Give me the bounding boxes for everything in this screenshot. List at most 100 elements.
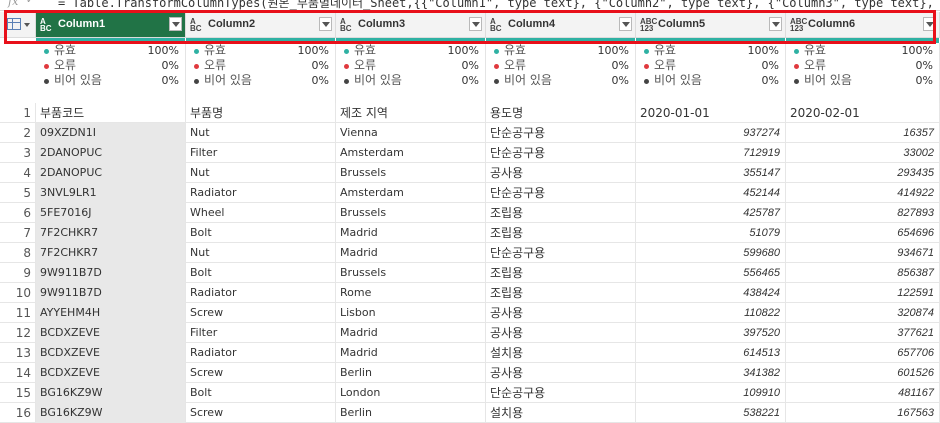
column-header-3[interactable]: A BC Column3 (336, 12, 486, 38)
table-cell[interactable]: Brussels (336, 163, 486, 183)
table-cell[interactable]: Amsterdam (336, 183, 486, 203)
table-cell[interactable]: 167563 (786, 403, 940, 423)
table-cell[interactable]: Nut (186, 243, 336, 263)
table-cell[interactable]: BCDXZEVE (36, 343, 186, 363)
table-cell[interactable]: Filter (186, 323, 336, 343)
table-cell[interactable]: 설치용 (486, 403, 636, 423)
table-cell[interactable]: Radiator (186, 183, 336, 203)
table-cell[interactable]: 397520 (636, 323, 786, 343)
table-cell[interactable]: 425787 (636, 203, 786, 223)
table-cell[interactable]: 538221 (636, 403, 786, 423)
table-cell[interactable]: 2DANOPUC (36, 163, 186, 183)
table-row[interactable]: 13 BCDXZEVE Radiator Madrid 설치용 614513 657706 (0, 343, 940, 363)
table-cell[interactable]: 16357 (786, 123, 940, 143)
table-row[interactable]: 8 7F2CHKR7 Nut Madrid 단순공구용 599680 934671 (0, 243, 940, 263)
table-row[interactable]: 11 AYYEHM4H Screw Lisbon 공사용 110822 320874 (0, 303, 940, 323)
table-cell[interactable]: 조립용 (486, 283, 636, 303)
table-cell[interactable]: Lisbon (336, 303, 486, 323)
table-row[interactable]: 10 9W911B7D Radiator Rome 조립용 438424 122591 (0, 283, 940, 303)
table-row[interactable]: 9 9W911B7D Bolt Brussels 조립용 556465 856387 (0, 263, 940, 283)
table-cell[interactable]: BCDXZEVE (36, 323, 186, 343)
column-header-5[interactable]: ABC 123 Column5 (636, 12, 786, 38)
filter-dropdown-button[interactable] (469, 17, 482, 31)
filter-dropdown-button[interactable] (619, 17, 632, 31)
table-cell[interactable]: AYYEHM4H (36, 303, 186, 323)
table-cell[interactable]: 조립용 (486, 263, 636, 283)
column-header-2[interactable]: A BC Column2 (186, 12, 336, 38)
table-cell[interactable]: 377621 (786, 323, 940, 343)
table-cell[interactable]: 2020-02-01 (786, 103, 940, 123)
table-cell[interactable]: 51079 (636, 223, 786, 243)
table-cell[interactable]: 657706 (786, 343, 940, 363)
table-cell[interactable]: 공사용 (486, 323, 636, 343)
table-cell[interactable]: 341382 (636, 363, 786, 383)
column-header-6[interactable]: ABC 123 Column6 (786, 12, 940, 38)
table-cell[interactable]: Berlin (336, 363, 486, 383)
table-row[interactable]: 14 BCDXZEVE Screw Berlin 공사용 341382 601526 (0, 363, 940, 383)
table-cell[interactable]: 33002 (786, 143, 940, 163)
table-cell[interactable]: 부품명 (186, 103, 336, 123)
filter-dropdown-button[interactable] (769, 17, 782, 31)
table-row[interactable]: 12 BCDXZEVE Filter Madrid 공사용 397520 377621 (0, 323, 940, 343)
table-cell[interactable]: 355147 (636, 163, 786, 183)
table-cell[interactable]: 공사용 (486, 363, 636, 383)
table-cell[interactable]: 109910 (636, 383, 786, 403)
table-cell[interactable]: 320874 (786, 303, 940, 323)
table-cell[interactable]: 856387 (786, 263, 940, 283)
filter-dropdown-button[interactable] (923, 17, 936, 31)
table-cell[interactable]: 122591 (786, 283, 940, 303)
table-cell[interactable]: Madrid (336, 343, 486, 363)
table-cell[interactable]: Bolt (186, 223, 336, 243)
table-cell[interactable]: 조립용 (486, 203, 636, 223)
table-cell[interactable]: Nut (186, 123, 336, 143)
table-cell[interactable]: 단순공구용 (486, 183, 636, 203)
table-cell[interactable]: Berlin (336, 403, 486, 423)
formula-bar[interactable]: fx ✓ = Table.TransformColumnTypes(원본_부품별… (0, 0, 940, 11)
table-cell[interactable]: Madrid (336, 323, 486, 343)
table-cell[interactable]: 공사용 (486, 303, 636, 323)
table-cell[interactable]: 599680 (636, 243, 786, 263)
table-cell[interactable]: Rome (336, 283, 486, 303)
table-cell[interactable]: 5FE7016J (36, 203, 186, 223)
table-cell[interactable]: 용도명 (486, 103, 636, 123)
table-cell[interactable]: 부품코드 (36, 103, 186, 123)
table-cell[interactable]: Radiator (186, 343, 336, 363)
table-cell[interactable]: 110822 (636, 303, 786, 323)
table-cell[interactable]: 단순공구용 (486, 243, 636, 263)
table-cell[interactable]: 712919 (636, 143, 786, 163)
table-cell[interactable]: 934671 (786, 243, 940, 263)
table-cell[interactable]: 654696 (786, 223, 940, 243)
table-cell[interactable]: BG16KZ9W (36, 383, 186, 403)
table-cell[interactable]: 9W911B7D (36, 283, 186, 303)
table-cell[interactable]: 단순공구용 (486, 143, 636, 163)
table-row[interactable]: 16 BG16KZ9W Screw Berlin 설치용 538221 167563 (0, 403, 940, 423)
table-cell[interactable]: 293435 (786, 163, 940, 183)
table-cell[interactable]: Radiator (186, 283, 336, 303)
table-cell[interactable]: 2020-01-01 (636, 103, 786, 123)
table-cell[interactable]: BCDXZEVE (36, 363, 186, 383)
table-cell[interactable]: 공사용 (486, 163, 636, 183)
table-cell[interactable]: 7F2CHKR7 (36, 243, 186, 263)
formula-text[interactable]: = Table.TransformColumnTypes(원본_부품별데이터_S… (58, 0, 940, 10)
column-header-1[interactable]: A BC Column1 (36, 12, 186, 38)
table-cell[interactable]: 438424 (636, 283, 786, 303)
table-cell[interactable]: Nut (186, 163, 336, 183)
table-cell[interactable]: Bolt (186, 263, 336, 283)
table-cell[interactable]: Madrid (336, 223, 486, 243)
table-cell[interactable]: Screw (186, 363, 336, 383)
table-cell[interactable]: 7F2CHKR7 (36, 223, 186, 243)
table-cell[interactable]: 414922 (786, 183, 940, 203)
table-cell[interactable]: 9W911B7D (36, 263, 186, 283)
table-cell[interactable]: 3NVL9LR1 (36, 183, 186, 203)
table-cell[interactable]: Brussels (336, 203, 486, 223)
table-cell[interactable]: 단순공구용 (486, 383, 636, 403)
checkmark-icon[interactable]: ✓ (26, 0, 34, 6)
table-cell[interactable]: 827893 (786, 203, 940, 223)
table-cell[interactable]: 조립용 (486, 223, 636, 243)
table-cell[interactable]: Vienna (336, 123, 486, 143)
table-cell[interactable]: Screw (186, 303, 336, 323)
table-cell[interactable]: 09XZDN1I (36, 123, 186, 143)
table-cell[interactable]: 452144 (636, 183, 786, 203)
table-cell[interactable]: 2DANOPUC (36, 143, 186, 163)
table-row[interactable]: 1 부품코드 부품명 제조 지역 용도명 2020-01-01 2020-02-01 (0, 103, 940, 123)
